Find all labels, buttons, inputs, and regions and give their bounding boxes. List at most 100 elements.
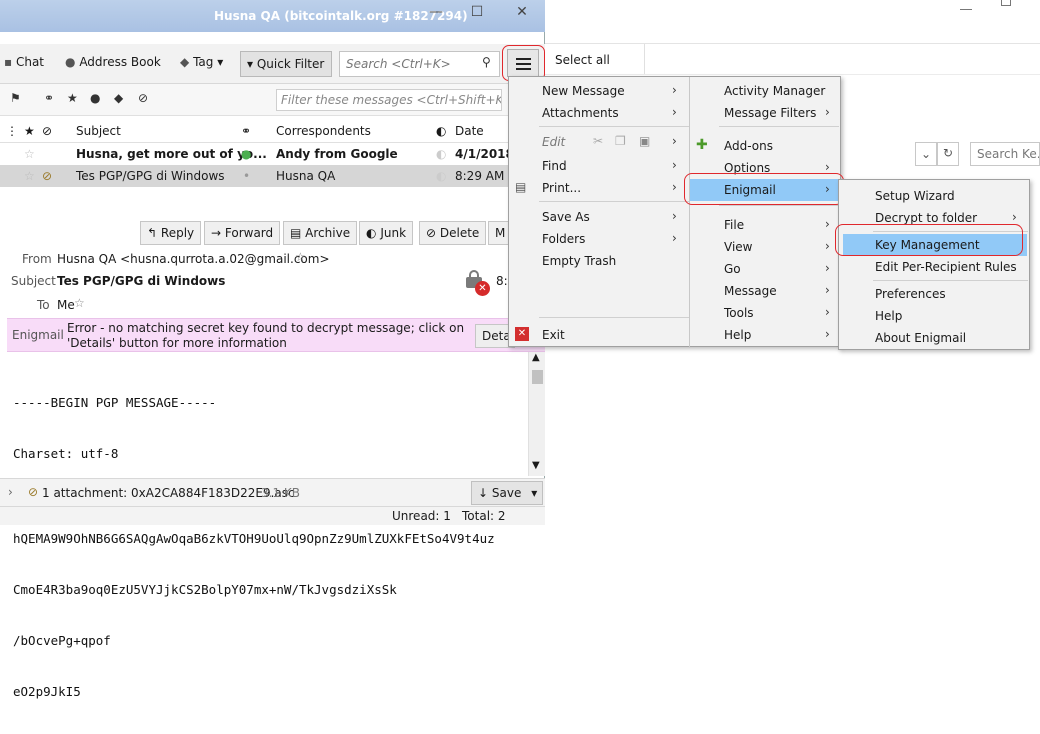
submenu-arrow-icon: › — [672, 209, 677, 223]
submenu-arrow-icon: › — [825, 105, 830, 119]
menu-item-folders[interactable]: Folders › — [509, 228, 689, 250]
menu-item-activity-manager[interactable]: Activity Manager — [690, 80, 841, 102]
menu-item-save-as[interactable]: Save As › — [509, 206, 689, 228]
scrollbar-thumb[interactable] — [532, 370, 543, 384]
reply-button[interactable]: ↰ Reply — [140, 221, 202, 245]
menu-item-setup-wizard[interactable]: Setup Wizard — [839, 185, 1029, 207]
menu-item-view[interactable]: View › — [690, 236, 841, 258]
submenu-arrow-icon: › — [825, 160, 830, 174]
menu-item-edit[interactable]: Edit ✂ ❐ ▣ › — [509, 131, 689, 153]
menu-item-help[interactable]: Help — [839, 305, 1029, 327]
filter-messages-input[interactable]: Filter these messages <Ctrl+Shift+K> — [276, 89, 502, 111]
attachment-info[interactable]: 1 attachment: 0xA2CA884F183D22E9.asc — [42, 486, 295, 500]
attachment-icon[interactable]: ⊘ — [138, 91, 148, 105]
menu-item-message[interactable]: Message › — [690, 280, 841, 302]
read-column-icon[interactable]: ⚭ — [241, 124, 251, 138]
search-icon[interactable]: ⚲ — [482, 55, 491, 69]
junk-column-icon[interactable]: ◐ — [436, 124, 446, 138]
filter-placeholder: Filter these messages <Ctrl+Shift+K> — [281, 93, 502, 107]
star-column-icon[interactable]: ★ — [24, 124, 35, 138]
maximize-button[interactable]: ☐ — [464, 4, 490, 26]
background-maximize-button[interactable] — [1001, 0, 1011, 6]
unread-icon[interactable]: ⚭ — [44, 91, 54, 105]
star-icon[interactable]: ★ — [67, 91, 78, 105]
menu-item-message-filters[interactable]: Message Filters › — [690, 102, 841, 124]
menu-item-exit[interactable]: ✕ Exit — [509, 324, 689, 346]
submenu-arrow-icon: › — [825, 217, 830, 231]
save-button[interactable]: ↓ Save ▾ — [471, 481, 543, 505]
quick-filter-button[interactable]: ▾ Quick Filter — [240, 51, 332, 77]
menu-item-edit-per-recipient-rules[interactable]: Edit Per-Recipient Rules — [839, 256, 1029, 278]
minimize-button[interactable]: — — [423, 4, 449, 26]
star-icon[interactable]: ☆ — [74, 296, 85, 310]
chevron-down-icon[interactable]: ⌄ — [915, 142, 937, 166]
submenu-arrow-icon: › — [672, 180, 677, 194]
menu-item-about-enigmail[interactable]: About Enigmail — [839, 327, 1029, 349]
menu-label: New Message — [542, 84, 625, 98]
body-line: Charset: utf-8 — [13, 446, 119, 461]
select-all-button[interactable]: Select all — [545, 44, 645, 74]
junk-button[interactable]: ◐ Junk — [359, 221, 414, 245]
menu-item-tools[interactable]: Tools › — [690, 302, 841, 324]
menu-item-attachments[interactable]: Attachments › — [509, 102, 689, 124]
unread-dot-icon[interactable]: ● — [241, 147, 251, 161]
menu-item-print[interactable]: ▤ Print... › — [509, 177, 689, 199]
correspondents-column[interactable]: Correspondents — [276, 124, 371, 138]
decryption-failed-lock-icon[interactable]: ✕ — [466, 270, 490, 296]
junk-icon[interactable]: ◐ — [436, 169, 446, 183]
enigmail-notification-bar: Enigmail Error - no matching secret key … — [7, 318, 545, 352]
junk-icon[interactable]: ◐ — [436, 147, 446, 161]
total-count: Total: 2 — [462, 509, 506, 523]
tag-button[interactable]: ◆ Tag ▾ — [180, 55, 223, 69]
star-icon[interactable]: ☆ — [24, 147, 35, 161]
subject-label: Subject — [11, 274, 56, 288]
table-row[interactable]: ☆ Husna, get more out of yo... ● Andy fr… — [0, 143, 545, 165]
search-input[interactable]: Search <Ctrl+K> ⚲ — [339, 51, 500, 77]
menu-label: Empty Trash — [542, 254, 617, 268]
menu-item-preferences[interactable]: Preferences — [839, 283, 1029, 305]
close-button[interactable]: ✕ — [509, 4, 535, 26]
thread-column-icon[interactable]: ⋮ — [6, 124, 18, 138]
printer-icon: ▤ — [515, 180, 527, 194]
menu-item-go[interactable]: Go › — [690, 258, 841, 280]
date-column[interactable]: Date — [455, 124, 484, 138]
star-icon[interactable]: ☆ — [24, 169, 35, 183]
forward-button[interactable]: → Forward — [204, 221, 281, 245]
menu-item-help[interactable]: Help › — [690, 324, 841, 346]
from-value[interactable]: Husna QA <husna.qurrota.a.02@gmail.com> — [57, 252, 330, 266]
thunderbird-window: Husna QA (bitcointalk.org #1827294) — ☐ … — [0, 0, 545, 699]
paste-icon[interactable]: ▣ — [639, 134, 650, 148]
message-scrollbar[interactable]: ▲ ▼ — [528, 352, 545, 476]
menu-item-add-ons[interactable]: ✚ Add-ons — [690, 135, 841, 157]
scroll-up-icon[interactable]: ▲ — [532, 352, 540, 363]
read-dot-icon[interactable]: • — [243, 169, 250, 183]
attachment-column-icon[interactable]: ⊘ — [42, 124, 52, 138]
menu-label: File — [724, 218, 745, 232]
menu-separator — [539, 201, 689, 202]
expand-chevron-icon[interactable]: › — [8, 485, 13, 499]
copy-icon[interactable]: ❐ — [615, 134, 626, 148]
key-search-input[interactable]: Search Ke... — [970, 142, 1040, 166]
star-icon[interactable]: ☆ — [295, 250, 306, 264]
app-menu: New Message › Attachments › Edit ✂ ❐ ▣ ›… — [508, 76, 841, 348]
menu-item-new-message[interactable]: New Message › — [509, 80, 689, 102]
archive-button[interactable]: ▤ Archive — [283, 221, 358, 245]
subject-column[interactable]: Subject — [76, 124, 121, 138]
menu-item-empty-trash[interactable]: Empty Trash — [509, 250, 689, 272]
chat-button[interactable]: ▪ Chat — [4, 55, 44, 69]
background-minimize-button[interactable] — [960, 0, 972, 10]
reload-icon[interactable]: ↻ — [937, 142, 959, 166]
table-row-selected[interactable]: ☆ ⊘ Tes PGP/GPG di Windows • Husna QA ◐ … — [0, 165, 545, 187]
menu-label: Help — [875, 309, 903, 323]
scroll-down-icon[interactable]: ▼ — [532, 460, 540, 471]
cut-icon[interactable]: ✂ — [593, 134, 603, 148]
submenu-arrow-icon: › — [672, 105, 677, 119]
delete-button[interactable]: ⊘ Delete — [419, 221, 487, 245]
pin-icon[interactable]: ⚑ — [10, 91, 21, 105]
contact-icon[interactable]: ● — [90, 91, 100, 105]
menu-item-find[interactable]: Find › — [509, 155, 689, 177]
to-value[interactable]: Me — [57, 298, 75, 312]
menu-item-file[interactable]: File › — [690, 214, 841, 236]
address-book-button[interactable]: ● Address Book — [65, 55, 161, 69]
tag-filter-icon[interactable]: ◆ — [114, 91, 123, 105]
